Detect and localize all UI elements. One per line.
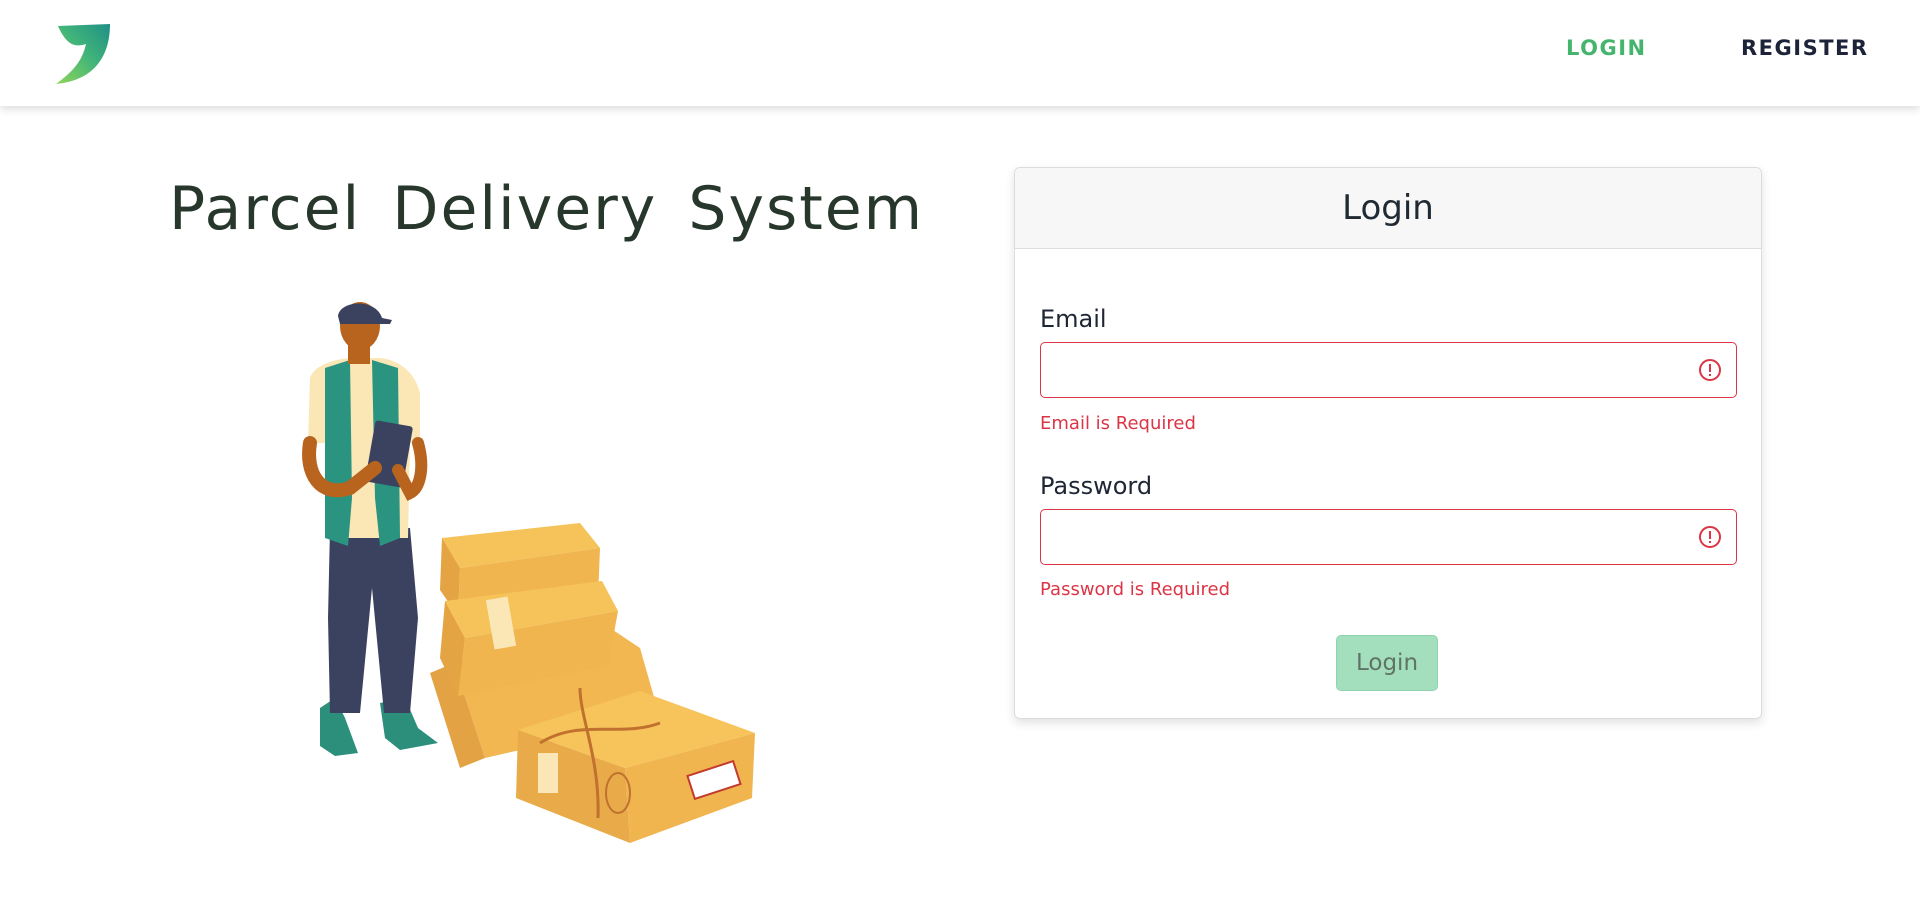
nav-register-link[interactable]: REGISTER xyxy=(1741,36,1869,60)
password-label: Password xyxy=(1040,472,1153,500)
password-error-text: Password is Required xyxy=(1040,579,1231,600)
login-submit-button[interactable]: Login xyxy=(1336,635,1438,691)
email-label: Email xyxy=(1040,305,1107,333)
email-error-text: Email is Required xyxy=(1040,413,1196,434)
nav-login-link[interactable]: LOGIN xyxy=(1566,36,1647,60)
parcel-stack-icon xyxy=(430,523,755,843)
login-card-header: Login xyxy=(1015,168,1761,249)
password-input-wrapper xyxy=(1040,509,1737,565)
top-navbar: LOGIN REGISTER xyxy=(0,0,1920,106)
delivery-person-illustration xyxy=(302,302,755,843)
password-field-group: Password Password is Required xyxy=(1040,472,1737,600)
email-field-group: Email Email is Required xyxy=(1040,305,1737,434)
password-field[interactable] xyxy=(1041,510,1689,560)
alert-circle-icon xyxy=(1699,526,1721,548)
email-input-wrapper xyxy=(1040,342,1737,398)
courier-figure xyxy=(302,302,438,756)
leaf-logo-icon[interactable] xyxy=(52,22,112,86)
alert-circle-icon xyxy=(1699,359,1721,381)
email-field[interactable] xyxy=(1041,343,1689,393)
login-card-title: Login xyxy=(1342,188,1434,228)
login-card: Login Email Email is Required Password P… xyxy=(1014,167,1762,719)
page-title: Parcel Delivery System xyxy=(169,174,925,244)
